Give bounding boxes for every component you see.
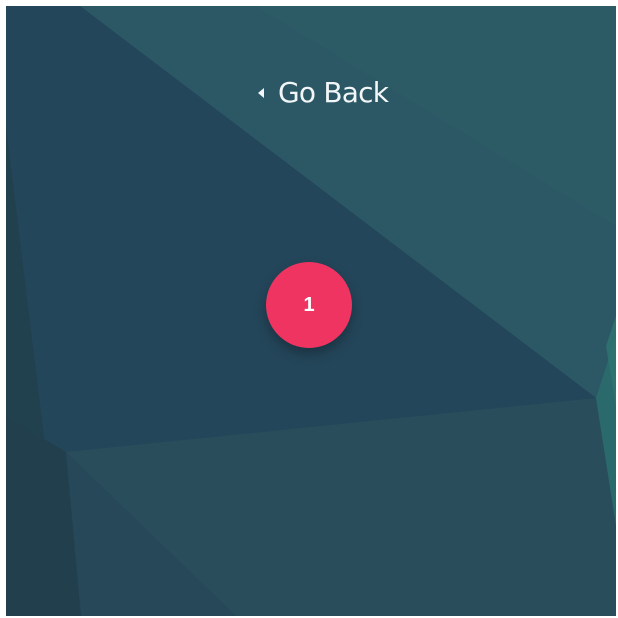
- step-badge-number: 1: [303, 293, 315, 316]
- step-badge[interactable]: 1: [266, 262, 352, 348]
- go-back-label: Go Back: [278, 75, 389, 109]
- go-back-link[interactable]: Go Back: [258, 72, 389, 112]
- caret-left-icon: [258, 87, 264, 98]
- background-panel: Go Back 1: [6, 6, 616, 616]
